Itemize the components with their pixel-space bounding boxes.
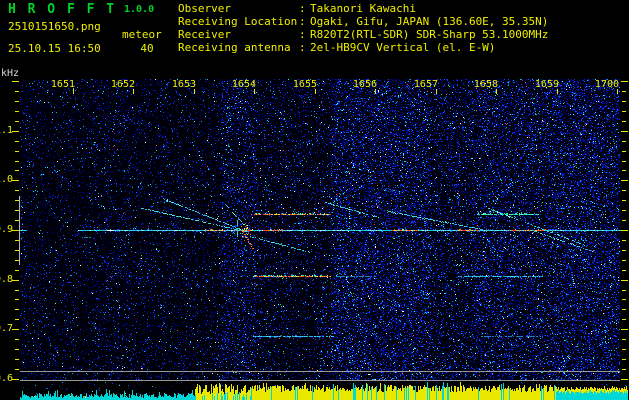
info-value: R820T2(RTL-SDR) SDR-Sharp 53.1000MHz xyxy=(310,28,549,41)
y-axis-unit-label: kHz xyxy=(1,68,20,79)
info-value: Takanori Kawachi xyxy=(310,2,416,15)
freq-tick-label: 0.8 xyxy=(0,274,13,285)
mode-label: meteor xyxy=(122,28,162,41)
info-row-receiver: Receiver: R820T2(RTL-SDR) SDR-Sharp 53.10… xyxy=(178,28,548,41)
sample-count: 40 xyxy=(140,42,154,55)
station-info: Observer: Takanori Kawachi Receiving Loca… xyxy=(178,2,548,54)
time-tick-label: 1656 xyxy=(352,79,377,90)
info-label: Receiving antenna xyxy=(178,41,291,54)
hrofft-window: H R O F F T 1.0.0 2510151650.png meteor … xyxy=(0,0,629,400)
info-colon: : xyxy=(299,41,306,54)
time-tick-label: 1700 xyxy=(594,79,619,90)
info-label: Receiving Location xyxy=(178,15,298,28)
time-tick-label: 1655 xyxy=(292,79,317,90)
info-label: Receiver xyxy=(178,28,231,41)
freq-tick-label: 1.1 xyxy=(0,125,13,136)
freq-tick-label: 0.7 xyxy=(0,323,13,334)
info-value: Ogaki, Gifu, JAPAN (136.60E, 35.35N) xyxy=(310,15,549,28)
time-tick-label: 1651 xyxy=(50,79,75,90)
time-tick-label: 1659 xyxy=(534,79,559,90)
info-colon: : xyxy=(299,15,306,28)
info-row-location: Receiving Location: Ogaki, Gifu, JAPAN (1… xyxy=(178,15,548,28)
info-colon: : xyxy=(299,28,306,41)
time-tick-label: 1657 xyxy=(413,79,438,90)
freq-tick-label: 0.9 xyxy=(0,224,13,235)
spectrogram-canvas xyxy=(0,0,629,400)
app-title: H R O F F T xyxy=(8,2,117,17)
datetime-label: 25.10.15 16:50 xyxy=(8,42,101,55)
time-tick-label: 1652 xyxy=(110,79,135,90)
info-label: Observer xyxy=(178,2,231,15)
output-filename: 2510151650.png xyxy=(8,20,101,33)
info-colon: : xyxy=(299,2,306,15)
info-row-antenna: Receiving antenna:2el-HB9CV Vertical (el… xyxy=(178,41,548,54)
time-tick-label: 1658 xyxy=(473,79,498,90)
freq-tick-label: 0.6 xyxy=(0,373,13,384)
info-value: 2el-HB9CV Vertical (el. E-W) xyxy=(310,41,496,54)
time-tick-label: 1654 xyxy=(231,79,256,90)
info-row-observer: Observer: Takanori Kawachi xyxy=(178,2,548,15)
freq-tick-label: 1.0 xyxy=(0,174,13,185)
app-version: 1.0.0 xyxy=(124,4,155,15)
time-tick-label: 1653 xyxy=(171,79,196,90)
